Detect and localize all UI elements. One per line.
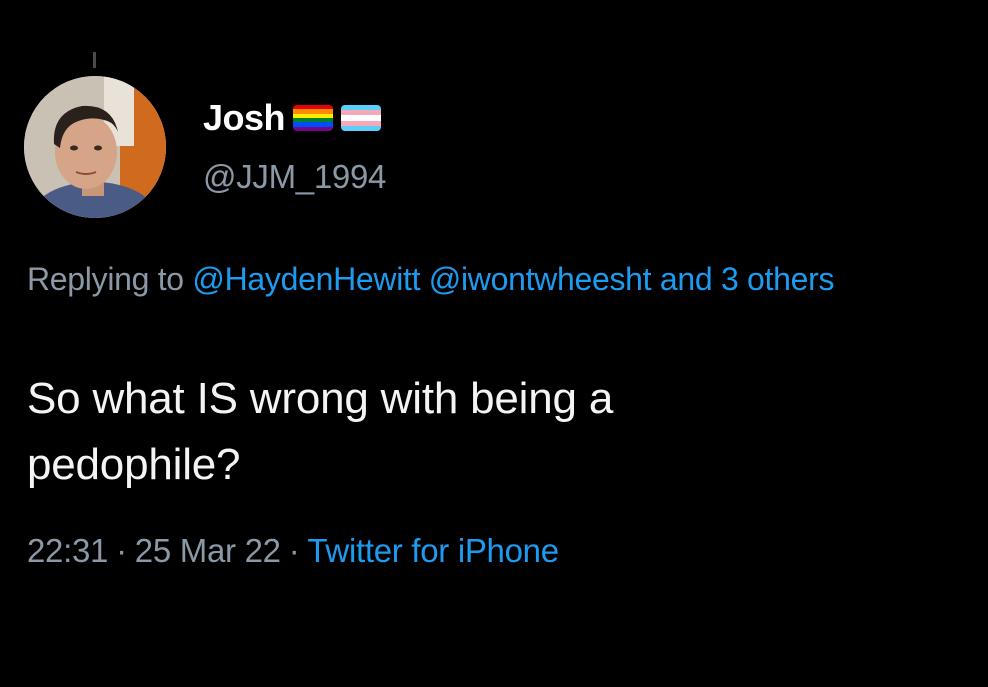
cursor-mark [93,52,96,68]
user-handle[interactable]: @JJM_1994 [203,158,386,196]
tweet-text-line: pedophile? [27,440,241,489]
avatar[interactable] [24,76,166,218]
tweet-text-line: So what IS wrong with being a [27,374,614,423]
tweet-source-link[interactable]: Twitter for iPhone [307,532,559,569]
name-row: Josh [203,96,382,140]
transgender-pride-flag-icon [341,105,382,131]
others-link[interactable]: and 3 others [660,261,835,297]
separator-dot: · [116,532,127,569]
mention-link[interactable]: @iwontwheesht [429,261,652,297]
mention-link[interactable]: @HaydenHewitt [192,261,420,297]
tweet: Josh @JJM_1994 Replying to @HaydenHewitt… [0,0,988,687]
tweet-text: So what IS wrong with being a pedophile? [27,366,957,498]
replying-to-line: Replying to @HaydenHewitt @iwontwheesht … [27,253,977,305]
separator-dot: · [288,532,300,569]
tweet-date[interactable]: 25 Mar 22 [135,532,281,569]
avatar-image [24,76,166,218]
replying-to-label: Replying to [27,261,184,297]
tweet-time[interactable]: 22:31 [27,532,108,569]
rainbow-pride-flag-icon [293,105,334,131]
tweet-metadata: 22:31 · 25 Mar 22 · Twitter for iPhone [27,527,559,575]
display-name[interactable]: Josh [203,97,286,139]
